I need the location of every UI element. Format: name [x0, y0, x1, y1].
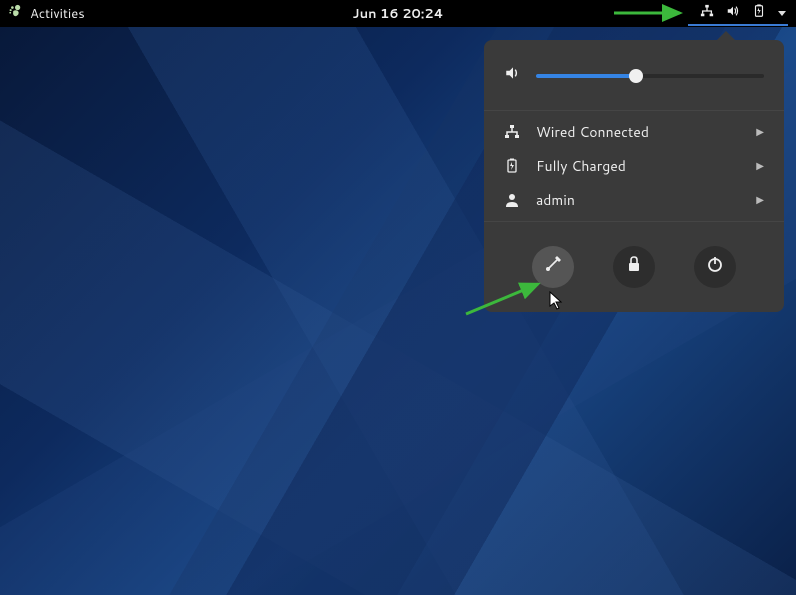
- chevron-right-icon: ▶: [756, 159, 764, 173]
- lock-button[interactable]: [613, 246, 655, 288]
- menu-divider: [484, 221, 784, 222]
- top-bar: Activities Jun 16 20:24: [0, 0, 796, 27]
- volume-slider-thumb[interactable]: [629, 69, 643, 83]
- settings-tools-icon: [544, 255, 562, 279]
- menu-item-label: Wired Connected: [536, 122, 740, 142]
- volume-slider-fill: [536, 74, 636, 78]
- menu-item-label: Fully Charged: [536, 156, 740, 176]
- volume-slider[interactable]: [536, 74, 764, 78]
- chevron-right-icon: ▶: [756, 193, 764, 207]
- volume-slider-row[interactable]: [484, 56, 784, 106]
- menu-item-label: admin: [536, 190, 740, 210]
- power-icon: [706, 255, 724, 279]
- menu-item-battery[interactable]: Fully Charged ▶: [484, 149, 784, 183]
- speaker-icon: [504, 64, 522, 88]
- menu-divider: [484, 110, 784, 111]
- network-wired-icon: [700, 4, 714, 23]
- power-button[interactable]: [694, 246, 736, 288]
- user-icon: [504, 192, 520, 208]
- activities-button[interactable]: Activities: [30, 5, 85, 23]
- volume-icon: [726, 4, 740, 23]
- clock[interactable]: Jun 16 20:24: [352, 5, 443, 23]
- network-wired-icon: [504, 124, 520, 140]
- settings-button[interactable]: [532, 246, 574, 288]
- lock-icon: [625, 255, 643, 279]
- menu-item-network[interactable]: Wired Connected ▶: [484, 115, 784, 149]
- battery-icon: [752, 4, 766, 23]
- action-button-row: [484, 226, 784, 296]
- menu-item-user[interactable]: admin ▶: [484, 183, 784, 217]
- chevron-down-icon: [778, 11, 786, 16]
- system-status-area[interactable]: [700, 4, 796, 23]
- battery-full-icon: [504, 158, 520, 174]
- gnome-foot-icon: [8, 4, 22, 23]
- popover-arrow: [716, 31, 736, 41]
- system-menu-popover: Wired Connected ▶ Fully Charged ▶ admin …: [484, 40, 784, 312]
- active-indicator-underline: [688, 24, 788, 26]
- chevron-right-icon: ▶: [756, 125, 764, 139]
